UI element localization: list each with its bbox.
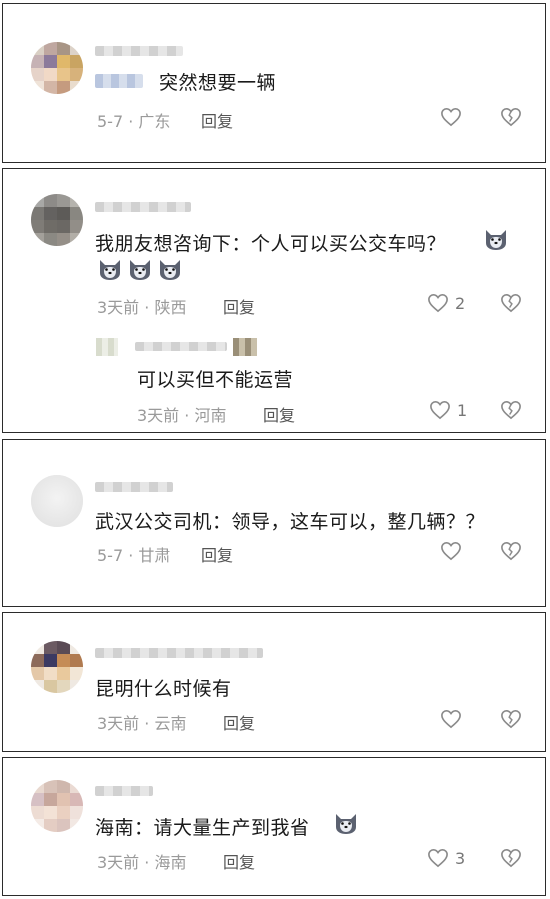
username[interactable] bbox=[95, 482, 173, 492]
heart-outline-icon bbox=[427, 293, 449, 313]
reply-button[interactable]: 回复 bbox=[201, 108, 233, 132]
like-count: 2 bbox=[455, 293, 466, 313]
husky-dog-emoji-icon bbox=[97, 257, 123, 281]
broken-heart-icon[interactable] bbox=[500, 709, 522, 729]
heart-outline-icon bbox=[440, 709, 462, 729]
like-button[interactable] bbox=[440, 709, 468, 729]
comment-text: 突然想要一辆 bbox=[159, 72, 277, 94]
reply-avatar[interactable] bbox=[96, 338, 118, 356]
broken-heart-icon[interactable] bbox=[500, 293, 522, 313]
avatar[interactable] bbox=[31, 641, 83, 693]
username[interactable] bbox=[95, 46, 183, 56]
comment-meta: 5-7 · 甘肃 bbox=[97, 546, 171, 565]
username[interactable] bbox=[95, 202, 191, 212]
heart-outline-icon bbox=[440, 107, 462, 127]
comment-text: 我朋友想咨询下：个人可以买公交车吗？ bbox=[95, 233, 447, 255]
husky-dog-emoji-icon bbox=[483, 227, 509, 251]
husky-dog-emoji-icon bbox=[127, 257, 153, 281]
comment-meta: 5-7 · 广东 bbox=[97, 112, 171, 131]
heart-outline-icon bbox=[427, 848, 449, 868]
like-button[interactable]: 1 bbox=[429, 400, 467, 420]
husky-dog-emoji-icon bbox=[333, 811, 359, 835]
broken-heart-icon[interactable] bbox=[500, 848, 522, 868]
comment-meta: 3天前 · 云南 bbox=[97, 714, 187, 733]
reply-text: 可以买但不能运营 bbox=[137, 369, 294, 391]
reply-meta: 3天前 · 河南 bbox=[137, 406, 227, 425]
broken-heart-icon[interactable] bbox=[500, 400, 522, 420]
broken-heart-icon[interactable] bbox=[500, 107, 522, 127]
comment-card: 昆明什么时候有 3天前 · 云南 回复 bbox=[2, 612, 546, 752]
avatar[interactable] bbox=[31, 42, 83, 94]
comment-text: 昆明什么时候有 bbox=[95, 678, 232, 700]
comment-meta: 3天前 · 陕西 bbox=[97, 298, 187, 317]
heart-outline-icon bbox=[429, 400, 451, 420]
comment-card: 武汉公交司机：领导，这车可以，整几辆？？ 5-7 · 甘肃 回复 bbox=[2, 439, 546, 607]
like-button[interactable]: 3 bbox=[427, 848, 465, 868]
like-count: 1 bbox=[457, 400, 468, 420]
husky-dog-emoji-icon bbox=[157, 257, 183, 281]
like-count: 3 bbox=[455, 848, 466, 868]
comment-text: 海南：请大量生产到我省 bbox=[95, 817, 310, 839]
broken-heart-icon[interactable] bbox=[500, 541, 522, 561]
username[interactable] bbox=[95, 648, 263, 658]
avatar[interactable] bbox=[31, 194, 83, 246]
mention-tag[interactable] bbox=[95, 74, 143, 88]
avatar[interactable] bbox=[31, 475, 83, 527]
avatar[interactable] bbox=[31, 780, 83, 832]
reply-button[interactable]: 回复 bbox=[263, 402, 295, 426]
comment-card: 我朋友想咨询下：个人可以买公交车吗？ 3天前 · 陕西 回复 2 可以买但不能运… bbox=[2, 168, 546, 433]
reply-button[interactable]: 回复 bbox=[223, 849, 255, 873]
reply-button[interactable]: 回复 bbox=[223, 710, 255, 734]
reply-button[interactable]: 回复 bbox=[223, 294, 255, 318]
heart-outline-icon bbox=[440, 541, 462, 561]
like-button[interactable] bbox=[440, 107, 468, 127]
comment-meta: 3天前 · 海南 bbox=[97, 853, 187, 872]
reply-button[interactable]: 回复 bbox=[201, 542, 233, 566]
reply-target-avatar[interactable] bbox=[233, 338, 257, 356]
comment-card: 海南：请大量生产到我省 3天前 · 海南 回复 3 bbox=[2, 757, 546, 896]
like-button[interactable]: 2 bbox=[427, 293, 465, 313]
comment-card: 突然想要一辆 5-7 · 广东 回复 bbox=[2, 3, 546, 163]
comment-text: 武汉公交司机：领导，这车可以，整几辆？？ bbox=[95, 511, 486, 533]
username[interactable] bbox=[95, 786, 153, 796]
emoji-row bbox=[97, 257, 183, 281]
reply-username[interactable] bbox=[135, 342, 227, 351]
like-button[interactable] bbox=[440, 541, 468, 561]
